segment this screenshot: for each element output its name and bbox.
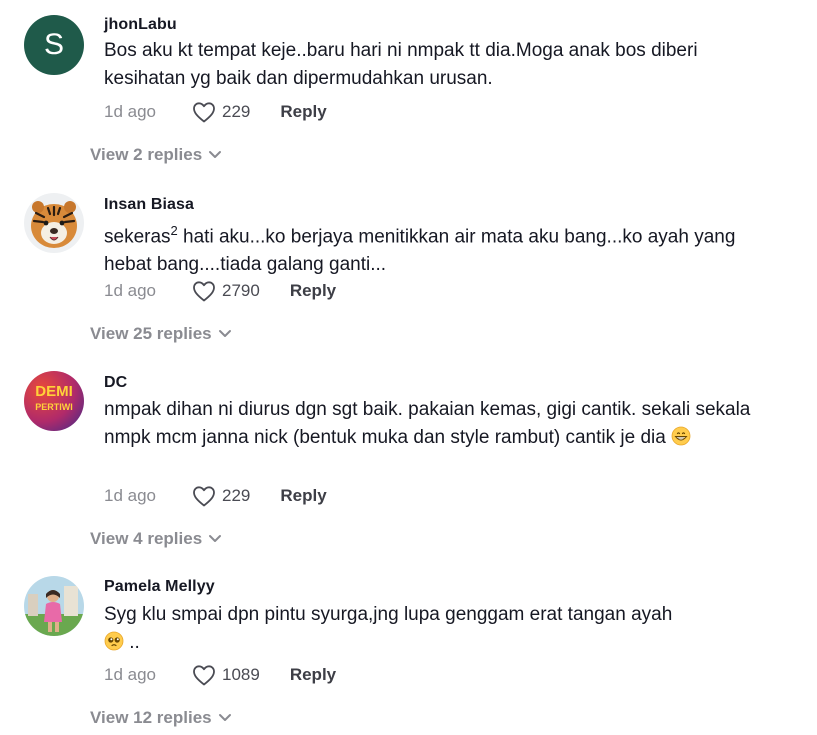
comment-meta: 1d ago 229 Reply <box>104 100 327 124</box>
heart-icon <box>193 281 215 302</box>
comment-text-part: Syg klu smpai dpn pintu syurga,jng lupa … <box>104 604 673 625</box>
heart-icon <box>193 665 215 686</box>
reply-button[interactable]: Reply <box>290 281 336 301</box>
avatar-text-line: PERTIWI <box>35 402 73 412</box>
comment-time: 1d ago <box>104 665 156 684</box>
avatar[interactable] <box>24 193 84 253</box>
view-replies-button[interactable]: View 2 replies <box>90 145 222 165</box>
chevron-down-icon <box>218 714 231 721</box>
comment-time: 1d ago <box>104 281 156 300</box>
comment-text: Bos aku kt tempat keje..baru hari ni nmp… <box>104 40 698 89</box>
view-replies-label: View 2 replies <box>90 145 203 164</box>
grinning-face-emoji-icon <box>671 426 691 446</box>
reply-button[interactable]: Reply <box>280 486 326 506</box>
view-replies-label: View 4 replies <box>90 529 203 548</box>
chevron-down-icon <box>209 151 222 158</box>
like-button[interactable]: 229 <box>192 485 250 507</box>
view-replies-button[interactable]: View 4 replies <box>90 529 222 549</box>
person-photo-avatar-icon <box>24 576 84 636</box>
avatar[interactable]: DEMI PERTIWI <box>24 371 84 431</box>
comment-username[interactable]: Pamela Mellyy <box>104 578 215 596</box>
comment-text: nmpak dihan ni diurus dgn sgt baik. paka… <box>104 396 784 452</box>
view-replies-button[interactable]: View 25 replies <box>90 324 232 344</box>
comment-text-part: nmpak dihan ni diurus dgn sgt baik. paka… <box>104 399 751 448</box>
like-count: 1089 <box>222 665 260 684</box>
comment-time: 1d ago <box>104 102 156 121</box>
chevron-down-icon <box>218 330 231 337</box>
like-count: 229 <box>222 486 251 505</box>
comment-text: Syg klu smpai dpn pintu syurga,jng lupa … <box>104 601 784 657</box>
comment-username[interactable]: Insan Biasa <box>104 196 194 214</box>
comment-text: sekeras2 hati aku...ko berjaya menitikka… <box>104 217 784 279</box>
heart-icon <box>193 486 215 507</box>
like-button[interactable]: 2790 <box>192 280 260 302</box>
comment-username[interactable]: DC <box>104 374 127 392</box>
comment-text-superscript: 2 <box>170 223 178 238</box>
comment-meta: 1d ago 229 Reply <box>104 484 327 508</box>
like-button[interactable]: 229 <box>192 101 250 123</box>
like-count: 2790 <box>222 281 260 300</box>
view-replies-label: View 12 replies <box>90 708 212 727</box>
like-button[interactable]: 1089 <box>192 664 260 686</box>
comment-meta: 1d ago 1089 Reply <box>104 663 336 687</box>
reply-button[interactable]: Reply <box>290 665 336 685</box>
avatar-text-line: DEMI <box>35 383 73 400</box>
like-count: 229 <box>222 102 251 121</box>
pleading-face-emoji-icon <box>104 631 124 651</box>
comment-text-part: hati aku...ko berjaya menitikkan air mat… <box>104 226 736 276</box>
chevron-down-icon <box>209 535 222 542</box>
avatar[interactable]: S <box>24 15 84 75</box>
avatar-letter: S <box>43 28 64 61</box>
comment-text-part: sekeras <box>104 226 171 248</box>
comment-username[interactable]: jhonLabu <box>104 16 177 34</box>
view-replies-label: View 25 replies <box>90 324 212 343</box>
tiger-avatar-icon <box>24 193 84 253</box>
avatar[interactable] <box>24 576 84 636</box>
reply-button[interactable]: Reply <box>280 102 326 122</box>
view-replies-button[interactable]: View 12 replies <box>90 708 232 728</box>
comment-text-tail: .. <box>124 632 140 653</box>
heart-icon <box>193 102 215 123</box>
comment-meta: 1d ago 2790 Reply <box>104 279 336 303</box>
comment-time: 1d ago <box>104 486 156 505</box>
